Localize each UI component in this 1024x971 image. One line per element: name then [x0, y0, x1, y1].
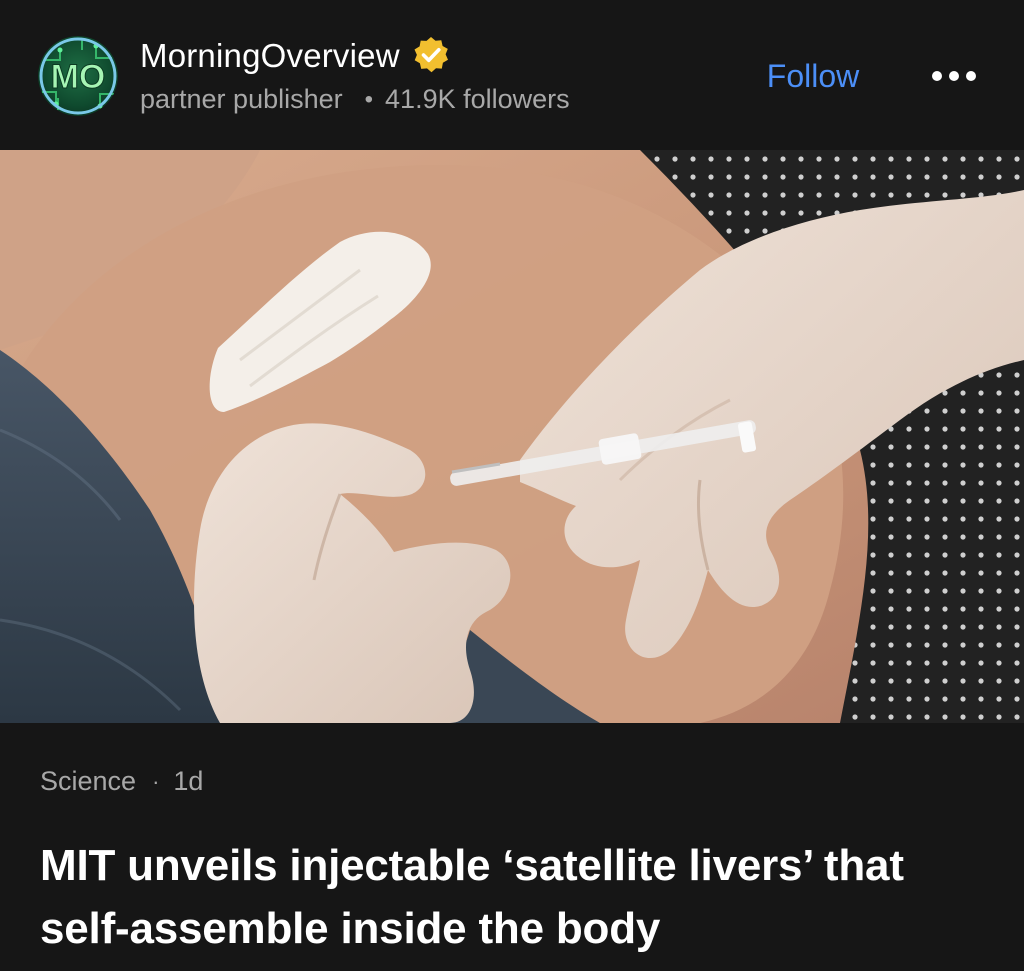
more-horizontal-icon-dot	[949, 71, 959, 81]
more-horizontal-icon	[932, 71, 942, 81]
avatar-monogram: MO	[51, 58, 106, 96]
more-options-button[interactable]	[918, 54, 990, 98]
article-meta: Science · 1d	[40, 766, 203, 797]
post-header: MO MorningOverview partner publisher • 4…	[0, 0, 1024, 150]
more-horizontal-icon-dot	[966, 71, 976, 81]
follower-count: 41.9K followers	[385, 84, 570, 114]
meta-separator: ·	[152, 768, 160, 794]
article-headline[interactable]: MIT unveils injectable ‘satellite livers…	[40, 834, 990, 960]
verified-badge-icon	[410, 35, 452, 77]
publisher-type: partner publisher	[140, 84, 343, 114]
follow-button[interactable]: Follow	[740, 50, 886, 102]
meta-separator: •	[364, 85, 374, 113]
publisher-avatar[interactable]: MO	[38, 36, 118, 116]
article-category[interactable]: Science	[40, 766, 136, 797]
publisher-name[interactable]: MorningOverview	[140, 37, 400, 75]
publisher-name-row: MorningOverview	[140, 36, 452, 76]
publisher-meta: partner publisher • 41.9K followers	[140, 84, 570, 115]
article-hero-image[interactable]	[0, 150, 1024, 723]
article-age: 1d	[173, 766, 204, 796]
